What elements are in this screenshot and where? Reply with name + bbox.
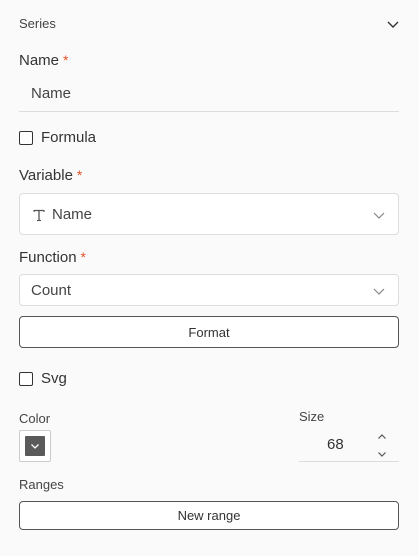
svg-label: Svg (41, 370, 67, 387)
function-value: Count (31, 282, 72, 299)
text-type-icon (33, 209, 45, 222)
variable-value: Name (52, 206, 93, 223)
name-label-text: Name (19, 52, 60, 69)
color-picker[interactable] (19, 430, 51, 462)
size-stepper[interactable]: 68 (299, 430, 399, 462)
formula-checkbox[interactable] (19, 131, 33, 145)
required-mark: * (63, 52, 69, 68)
section-title: Series (19, 16, 56, 31)
chevron-down-icon (373, 212, 385, 219)
size-label: Size (299, 409, 325, 424)
chevron-down-icon[interactable] (377, 449, 387, 459)
function-select[interactable]: Count (19, 274, 399, 306)
chevron-up-icon[interactable] (377, 432, 387, 442)
required-mark: * (80, 249, 86, 265)
chevron-down-icon (373, 288, 385, 295)
function-label: Function * (19, 249, 86, 266)
svg-checkbox[interactable] (19, 372, 33, 386)
chevron-down-icon (31, 444, 39, 449)
variable-label-text: Variable (19, 167, 73, 184)
formula-label: Formula (41, 129, 97, 146)
chevron-down-icon[interactable] (386, 17, 400, 31)
color-label: Color (19, 411, 51, 426)
function-label-text: Function (19, 249, 77, 266)
ranges-label: Ranges (19, 477, 64, 492)
color-swatch (25, 436, 45, 456)
format-button[interactable]: Format (19, 316, 399, 348)
new-range-button[interactable]: New range (19, 501, 399, 530)
variable-label: Variable * (19, 167, 82, 184)
required-mark: * (76, 167, 83, 183)
name-input[interactable] (19, 76, 399, 112)
variable-select[interactable]: Name (19, 193, 399, 235)
name-label: Name * (19, 52, 68, 69)
size-value: 68 (327, 436, 344, 453)
